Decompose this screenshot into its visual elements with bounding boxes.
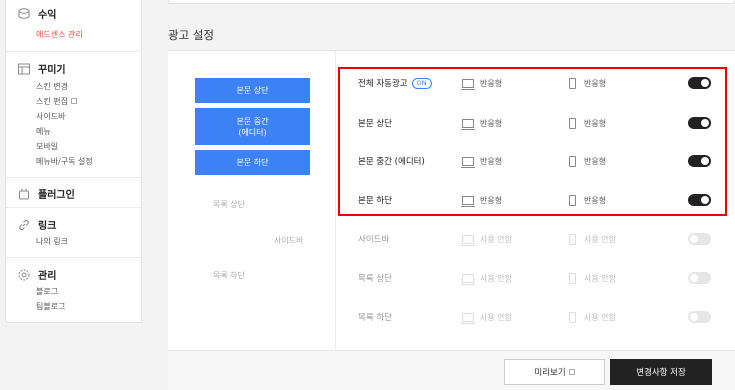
pc-option[interactable]: 사용 안함 [480,312,512,323]
sidebar-item-sidebar[interactable]: 사이드바 [36,111,65,122]
sidebar-title-link[interactable]: 링크 [17,217,56,232]
pc-icon [461,273,475,285]
external-link-icon [70,98,77,104]
sidebar-section-link: 링크 나의 링크 [6,207,141,257]
pc-option[interactable]: 사용 안함 [480,234,512,245]
sidebar-item-menu[interactable]: 메뉴 [36,126,51,137]
sidebar-section-customize: 꾸미기 스킨 변경 스킨 편집 사이드바 메뉴 모바일 메뉴바/구독 설정 [6,51,141,177]
layout-icon [17,62,31,76]
sidebar-title-customize-label: 꾸미기 [38,65,66,76]
save-changes-button[interactable]: 변경사항 저장 [610,359,712,385]
preview-button-label: 미리보기 [534,368,566,378]
sidebar-item-team-blog[interactable]: 팀블로그 [36,301,65,312]
preview-body-top-button[interactable]: 본문 상단 [195,78,310,103]
sidebar: 수익 애드센스 관리 꾸미기 스킨 변경 스킨 편집 사이드바 메뉴 모바일 메… [5,0,142,323]
sidebar-item-skin-edit-label: 스킨 편집 [36,97,68,106]
pc-icon [461,312,475,324]
plugin-icon [17,187,31,201]
toggle-switch[interactable] [688,311,711,323]
mobile-icon [569,311,576,323]
external-link-icon [568,369,575,375]
mobile-icon [569,272,576,284]
ad-row-label: 목록 상단 [358,274,392,284]
preview-body-bottom-button[interactable]: 본문 하단 [195,150,310,175]
sidebar-item-menubar[interactable]: 메뉴바/구독 설정 [36,156,93,167]
pc-icon [461,234,475,246]
sidebar-item-my-links[interactable]: 나의 링크 [36,236,68,247]
coins-icon [17,7,31,21]
sidebar-title-link-label: 링크 [38,221,57,232]
mobile-option[interactable]: 사용 안함 [584,273,616,284]
ad-row-list-top: 목록 상단 사용 안함 사용 안함 [358,268,718,288]
sidebar-title-plugin[interactable]: 플러그인 [17,186,75,201]
footer-bar: 미리보기 변경사항 저장 [168,350,735,390]
mobile-option[interactable]: 사용 안함 [584,234,616,245]
sidebar-item-adsense[interactable]: 애드센스 관리 [36,29,83,40]
sidebar-title-revenue-label: 수익 [38,10,57,21]
sidebar-title-manage[interactable]: 관리 [17,267,56,282]
sidebar-item-blog[interactable]: 블로그 [36,286,58,297]
ad-row-list-bottom: 목록 하단 사용 안함 사용 안함 [358,307,718,327]
previous-card [168,0,735,4]
sidebar-section-revenue: 수익 애드센스 관리 [6,0,141,50]
preview-list-top-label: 목록 상단 [213,200,245,209]
ad-row-label: 목록 하단 [358,313,392,323]
preview-sidebar-label: 사이드바 [274,236,304,245]
link-icon [17,218,31,232]
page-title: 광고 설정 [168,28,214,42]
toggle-switch[interactable] [688,272,711,284]
ad-row-label: 사이드바 [358,235,390,245]
sidebar-title-manage-label: 관리 [38,271,57,282]
ad-row-sidebar: 사이드바 사용 안함 사용 안함 [358,229,718,249]
preview-list-bottom-label: 목록 하단 [213,271,245,280]
sidebar-item-skin-change[interactable]: 스킨 변경 [36,81,68,92]
ad-position-preview: 본문 상단 본문 중간 (에디터) 본문 하단 목록 상단 사이드바 목록 하단 [168,51,336,351]
toggle-switch[interactable] [688,233,711,245]
sidebar-item-skin-edit[interactable]: 스킨 편집 [36,96,77,107]
sidebar-title-revenue[interactable]: 수익 [17,6,56,21]
mobile-icon [569,233,576,245]
preview-body-middle-button[interactable]: 본문 중간 (에디터) [195,108,310,145]
sidebar-item-mobile[interactable]: 모바일 [36,141,58,152]
sidebar-title-customize[interactable]: 꾸미기 [17,61,66,76]
sidebar-title-plugin-label: 플러그인 [38,190,75,201]
preview-button[interactable]: 미리보기 [504,359,605,385]
pc-option[interactable]: 사용 안함 [480,273,512,284]
highlight-box [338,67,727,216]
sidebar-section-manage: 관리 블로그 팀블로그 [6,257,141,323]
sidebar-section-plugin: 플러그인 [6,177,141,207]
mobile-option[interactable]: 사용 안함 [584,312,616,323]
gear-icon [17,268,31,282]
